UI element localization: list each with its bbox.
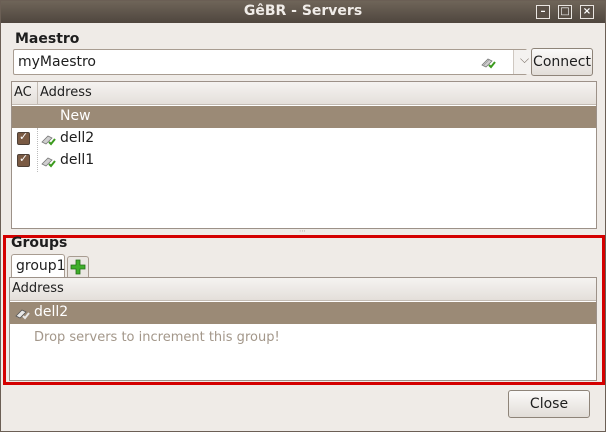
server-address: dell2 <box>60 130 95 146</box>
server-connected-icon <box>481 58 496 69</box>
servers-list[interactable]: AC Address New dell2 dell1 <box>11 81 597 229</box>
window-title: GêBR - Servers <box>243 3 363 19</box>
tab-group1[interactable]: group1 <box>11 254 66 278</box>
group-member-address: dell2 <box>34 304 69 320</box>
server-connected-icon <box>41 157 56 168</box>
maestro-value[interactable]: myMaestro <box>18 54 96 70</box>
group-members-list[interactable]: Address dell2 Drop servers to increment … <box>9 277 597 381</box>
maximize-icon[interactable]: □ <box>558 5 572 19</box>
server-row-dell1[interactable]: dell1 <box>12 150 596 172</box>
pane-resize-handle[interactable]: ⋯ <box>299 228 309 235</box>
tab-label: group1 <box>16 258 66 274</box>
autoconnect-checkbox[interactable] <box>17 130 30 145</box>
new-server-label: New <box>60 108 91 124</box>
close-icon[interactable]: × <box>580 5 594 19</box>
minimize-icon[interactable]: – <box>536 5 550 19</box>
group-row-dell2[interactable]: dell2 <box>10 302 596 324</box>
server-connected-icon <box>41 135 56 146</box>
server-address: dell1 <box>60 152 95 168</box>
maestro-combobox[interactable]: myMaestro ⌵ <box>13 49 540 75</box>
servers-list-header: AC Address <box>12 82 596 105</box>
maestro-label: Maestro <box>15 31 80 47</box>
column-header-address[interactable]: Address <box>40 85 92 100</box>
groups-label: Groups <box>11 235 68 251</box>
column-separator <box>37 82 38 104</box>
group-list-header: Address <box>10 278 596 301</box>
add-group-tab[interactable] <box>67 256 89 278</box>
drop-hint: Drop servers to increment this group! <box>34 330 280 345</box>
add-icon <box>70 259 86 275</box>
server-icon <box>15 309 30 320</box>
servers-window: GêBR - Servers – □ × Maestro myMaestro ⌵… <box>0 0 606 432</box>
server-row-dell2[interactable]: dell2 <box>12 128 596 150</box>
autoconnect-checkbox[interactable] <box>17 152 30 167</box>
column-header-ac[interactable]: AC <box>14 85 32 100</box>
titlebar[interactable]: GêBR - Servers – □ × <box>1 1 605 23</box>
new-server-row[interactable]: New <box>12 106 596 128</box>
connect-button[interactable]: Connect <box>531 48 593 76</box>
column-header-address[interactable]: Address <box>12 281 64 296</box>
close-button[interactable]: Close <box>508 390 590 418</box>
